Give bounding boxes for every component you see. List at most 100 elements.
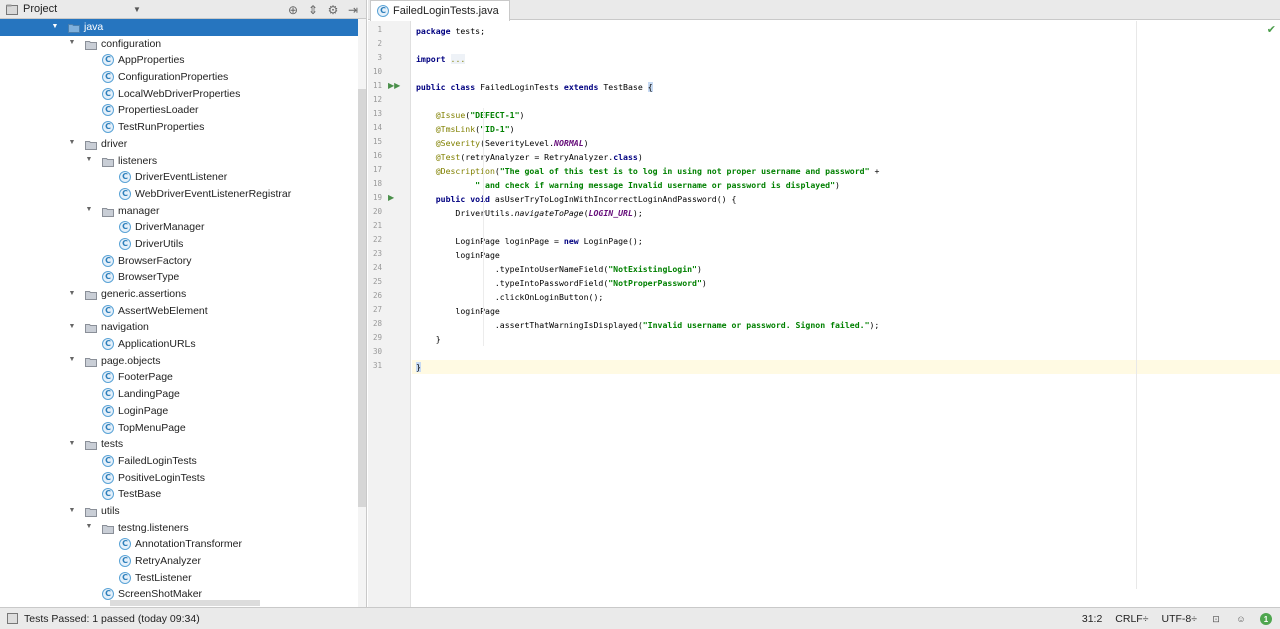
project-panel: Project ▼ ⊕ ⇕ ⚙ ⇥ ▼ java ▼ configuration C Ap… [0,0,367,607]
tree-item-package[interactable]: ▼ page.objects [0,353,358,370]
tree-item-class[interactable]: C AssertWebElement [0,303,358,320]
tree-item-package[interactable]: ▼ generic.assertions [0,286,358,303]
tree-item-label: WebDriverEventListenerRegistrar [135,187,292,200]
settings-gear-icon[interactable]: ⚙ [326,3,340,17]
view-dropdown-icon[interactable]: ▼ [133,5,141,14]
tree-item-package[interactable]: ▼ manager [0,203,358,220]
tree-item-class[interactable]: C TopMenuPage [0,420,358,437]
tree-item-class[interactable]: C WebDriverEventListenerRegistrar [0,186,358,203]
tree-item-class[interactable]: C TestListener [0,570,358,587]
indent-guide [483,108,484,346]
lock-icon[interactable]: ⊡ [1210,613,1222,625]
line-number: 14 [372,123,382,132]
tree-item-class[interactable]: C TestBase [0,486,358,503]
locate-file-icon[interactable]: ⊕ [286,3,300,17]
java-class-icon: C [102,304,114,317]
tree-item-class[interactable]: C TestRunProperties [0,119,358,136]
tree-item-class[interactable]: C DriverManager [0,219,358,236]
tree-item-label: DriverUtils [135,237,184,250]
expand-arrow-icon[interactable]: ▼ [67,436,77,452]
expand-arrow-icon[interactable]: ▼ [67,36,77,52]
tree-item-package[interactable]: ▼ listeners [0,153,358,170]
tree-item-label: utils [101,504,120,517]
tree-item-package[interactable]: ▼ utils [0,503,358,520]
expand-arrow-icon[interactable]: ▼ [50,19,60,35]
package-folder-icon [85,289,97,300]
tree-item-label: listeners [118,154,158,167]
caret-position[interactable]: 31:2 [1082,613,1102,625]
collapse-all-icon[interactable]: ⇕ [306,3,320,17]
line-number: 1 [377,25,382,34]
expand-arrow-icon[interactable]: ▼ [67,503,77,519]
line-number: 17 [372,165,382,174]
tree-item-class[interactable]: C RetryAnalyzer [0,553,358,570]
code-line: package tests; [416,26,486,36]
tree-item-class[interactable]: C BrowserFactory [0,253,358,270]
code-line: @Issue("DEFECT-1") [435,110,525,120]
code-line: .clickOnLoginButton(); [416,292,604,302]
tree-item-class[interactable]: C ApplicationURLs [0,336,358,353]
tree-item-class[interactable]: C LocalWebDriverProperties [0,86,358,103]
tree-item-class[interactable]: C ConfigurationProperties [0,69,358,86]
tree-item-class[interactable]: C AppProperties [0,52,358,69]
project-icon [6,4,18,15]
tree-item-class[interactable]: C FooterPage [0,369,358,386]
expand-arrow-icon[interactable]: ▼ [67,286,77,302]
tree-item-label: LandingPage [118,388,180,401]
inspector-icon[interactable]: ☺ [1235,613,1247,625]
project-view-title[interactable]: Project [23,3,57,15]
expand-arrow-icon[interactable]: ▼ [84,203,94,219]
tree-item-class[interactable]: C AnnotationTransformer [0,536,358,553]
editor-tab-failedlogintests[interactable]: C FailedLoginTests.java [370,0,510,21]
expand-arrow-icon[interactable]: ▼ [84,520,94,536]
tree-item-class[interactable]: C DriverUtils [0,236,358,253]
line-separator[interactable]: CRLF÷ [1115,613,1148,625]
tree-item-label: TestRunProperties [118,121,205,134]
tree-horizontal-scrollbar[interactable] [110,600,260,606]
tree-item-class[interactable]: C PositiveLoginTests [0,470,358,487]
code-line: @Description("The goal of this test is t… [435,166,880,176]
status-message[interactable]: Tests Passed: 1 passed (today 09:34) [24,613,200,625]
java-class-icon: C [102,421,114,434]
tree-item-class[interactable]: C DriverEventListener [0,169,358,186]
expand-arrow-icon[interactable]: ▼ [84,153,94,169]
tree-item-label: TopMenuPage [118,421,186,434]
tree-item-class[interactable]: C LandingPage [0,386,358,403]
file-encoding[interactable]: UTF-8÷ [1161,613,1197,625]
code-area[interactable]: package tests; import ... public class Fai… [412,21,1280,607]
tree-item-class[interactable]: C FailedLoginTests [0,453,358,470]
tree-item-package[interactable]: ▼ driver [0,136,358,153]
tree-scrollbar-thumb[interactable] [358,89,366,507]
tree-item-label: DriverManager [135,221,205,234]
expand-arrow-icon[interactable]: ▼ [67,353,77,369]
java-class-icon: C [102,588,114,601]
tree-item-package[interactable]: ▼ configuration [0,36,358,53]
line-number: 2 [377,39,382,48]
expand-arrow-icon[interactable]: ▼ [67,319,77,335]
java-class-icon: C [102,271,114,284]
run-test-icon[interactable]: ▶▶ [388,81,400,90]
run-test-icon[interactable]: ▶ [388,193,394,202]
java-class-icon: C [102,254,114,267]
tree-item-label: navigation [101,321,149,334]
tree-item-class[interactable]: C PropertiesLoader [0,102,358,119]
tree-item-class[interactable]: C BrowserType [0,269,358,286]
code-line: public class FailedLoginTests extends Te… [416,82,653,92]
tree-item-class[interactable]: C LoginPage [0,403,358,420]
line-number: 27 [372,305,382,314]
tree-item-package[interactable]: ▼ java [0,19,358,36]
tree-item-package[interactable]: ▼ testng.listeners [0,520,358,537]
expand-arrow-icon[interactable]: ▼ [67,136,77,152]
editor-gutter[interactable]: 1 2 3 10 11 ▶▶ 12 13 14 15 16 17 18 19 ▶ 20 21 22 23 24 25 26… [368,21,411,607]
java-class-icon: C [119,171,131,184]
java-class-icon: C [102,404,114,417]
hide-panel-icon[interactable]: ⇥ [346,3,360,17]
event-log-badge[interactable]: 1 [1260,613,1272,625]
tool-windows-icon[interactable] [7,613,18,624]
tree-item-label: java [84,21,104,33]
tree-item-label: tests [101,438,124,451]
tree-item-package[interactable]: ▼ tests [0,436,358,453]
package-folder-icon [102,523,114,534]
tree-item-package[interactable]: ▼ navigation [0,319,358,336]
line-number: 3 [377,53,382,62]
